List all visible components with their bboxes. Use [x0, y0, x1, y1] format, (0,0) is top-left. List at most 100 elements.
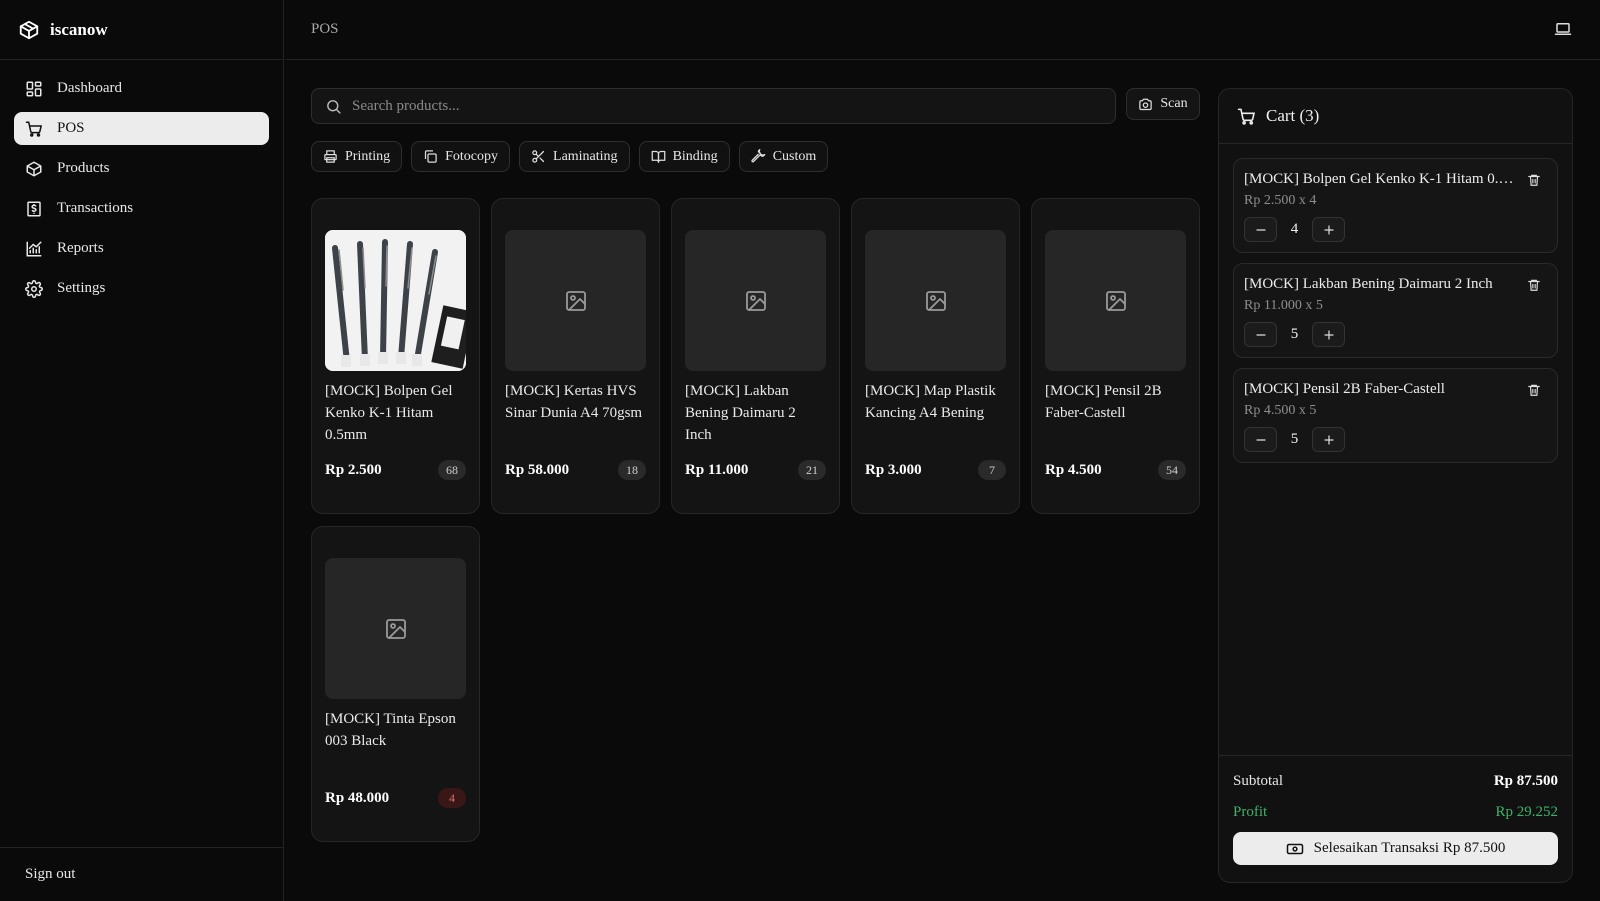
product-price: Rp 2.500	[325, 461, 382, 478]
cart-icon	[25, 120, 43, 138]
profit-label: Profit	[1233, 803, 1268, 820]
decrease-button[interactable]	[1244, 217, 1277, 242]
product-grid: [MOCK] Bolpen Gel Kenko K-1 Hitam 0.5mm …	[311, 198, 1201, 842]
sidebar-item-pos[interactable]: POS	[14, 112, 269, 145]
profit-row: Profit Rp 29.252	[1233, 801, 1558, 823]
product-card[interactable]: [MOCK] Tinta Epson 003 Black Rp 48.000 4	[311, 526, 480, 842]
image-icon	[924, 289, 948, 313]
product-card[interactable]: [MOCK] Lakban Bening Daimaru 2 Inch Rp 1…	[671, 198, 840, 514]
gear-icon	[25, 279, 43, 298]
stock-badge: 68	[438, 460, 466, 480]
cart-item: [MOCK] Bolpen Gel Kenko K-1 Hitam 0.5mm …	[1233, 158, 1558, 253]
plus-icon	[1323, 224, 1335, 236]
scissors-icon	[531, 149, 546, 164]
product-price: Rp 48.000	[325, 789, 390, 806]
category-label: Printing	[345, 148, 391, 164]
scan-button[interactable]: Scan	[1126, 88, 1200, 120]
stock-badge: 18	[618, 460, 646, 480]
category-label: Custom	[772, 148, 817, 164]
minus-icon	[1255, 329, 1267, 341]
decrease-button[interactable]	[1244, 427, 1277, 452]
cart-summary: Subtotal Rp 87.500 Profit Rp 29.252 Sele…	[1219, 755, 1572, 882]
quantity-stepper: 5	[1244, 427, 1547, 452]
sidebar-nav: Dashboard POS Products Transactions Repo…	[0, 60, 283, 317]
sign-out-button[interactable]: Sign out	[0, 847, 283, 901]
scan-label: Scan	[1160, 96, 1188, 111]
banknote-icon	[1286, 840, 1304, 858]
cart-items: [MOCK] Bolpen Gel Kenko K-1 Hitam 0.5mm …	[1219, 144, 1572, 463]
product-name: [MOCK] Map Plastik Kancing A4 Bening	[865, 383, 996, 421]
product-image-placeholder	[1045, 230, 1186, 371]
increase-button[interactable]	[1312, 322, 1345, 347]
search-icon	[325, 98, 342, 115]
category-printing[interactable]: Printing	[311, 141, 403, 172]
increase-button[interactable]	[1312, 427, 1345, 452]
cart-item-detail: Rp 2.500 x 4	[1244, 193, 1317, 208]
product-card[interactable]: [MOCK] Bolpen Gel Kenko K-1 Hitam 0.5mm …	[311, 198, 480, 514]
product-image-placeholder	[865, 230, 1006, 371]
cart-item-detail: Rp 11.000 x 5	[1244, 298, 1323, 313]
app-name: iscanow	[50, 19, 108, 39]
category-label: Binding	[672, 148, 718, 164]
product-card[interactable]: [MOCK] Pensil 2B Faber-Castell Rp 4.500 …	[1031, 198, 1200, 514]
trash-icon[interactable]	[1527, 278, 1541, 292]
category-label: Laminating	[553, 148, 618, 164]
sidebar-item-reports[interactable]: Reports	[14, 232, 269, 265]
product-name: [MOCK] Pensil 2B Faber-Castell	[1045, 383, 1162, 421]
cart-item-detail: Rp 4.500 x 5	[1244, 403, 1317, 418]
sidebar-item-products[interactable]: Products	[14, 152, 269, 185]
sidebar-item-dashboard[interactable]: Dashboard	[14, 72, 269, 105]
sidebar-item-transactions[interactable]: Transactions	[14, 192, 269, 225]
subtotal-value: Rp 87.500	[1493, 772, 1558, 789]
chart-icon	[25, 240, 43, 258]
low-stock-badge: 4	[438, 788, 466, 808]
cart-icon	[1237, 107, 1256, 126]
cart-item: [MOCK] Pensil 2B Faber-Castell Rp 4.500 …	[1233, 368, 1558, 463]
copy-icon	[423, 149, 438, 164]
category-binding[interactable]: Binding	[638, 141, 730, 172]
receipt-icon	[25, 200, 43, 218]
product-price: Rp 4.500	[1045, 461, 1102, 478]
trash-icon[interactable]	[1527, 173, 1541, 187]
product-price: Rp 3.000	[865, 461, 922, 478]
laptop-icon[interactable]	[1554, 20, 1574, 40]
stock-badge: 54	[1158, 460, 1186, 480]
box-icon	[25, 160, 43, 178]
minus-icon	[1255, 224, 1267, 236]
cart-panel: Cart (3) [MOCK] Bolpen Gel Kenko K-1 Hit…	[1218, 88, 1573, 883]
image-icon	[564, 289, 588, 313]
image-icon	[384, 617, 408, 641]
sidebar-item-settings[interactable]: Settings	[14, 272, 269, 305]
brand[interactable]: iscanow	[0, 0, 283, 60]
stock-badge: 21	[798, 460, 826, 480]
increase-button[interactable]	[1312, 217, 1345, 242]
decrease-button[interactable]	[1244, 322, 1277, 347]
sidebar-item-label: Dashboard	[57, 80, 122, 96]
product-name: [MOCK] Kertas HVS Sinar Dunia A4 70gsm	[505, 383, 643, 421]
profit-value: Rp 29.252	[1495, 803, 1558, 820]
category-custom[interactable]: Custom	[738, 141, 829, 172]
sidebar: iscanow Dashboard POS Products Transacti…	[0, 0, 284, 901]
product-image-placeholder	[325, 558, 466, 699]
category-laminating[interactable]: Laminating	[519, 141, 630, 172]
category-filters: Printing Fotocopy Laminating Binding Cus…	[311, 141, 829, 172]
search-bar[interactable]	[311, 88, 1116, 124]
search-input[interactable]	[352, 97, 1092, 115]
checkout-label: Selesaikan Transaksi Rp 87.500	[1313, 840, 1506, 856]
category-label: Fotocopy	[445, 148, 499, 164]
product-card[interactable]: [MOCK] Kertas HVS Sinar Dunia A4 70gsm R…	[491, 198, 660, 514]
subtotal-row: Subtotal Rp 87.500	[1233, 770, 1558, 792]
image-icon	[744, 289, 768, 313]
trash-icon[interactable]	[1527, 383, 1541, 397]
checkout-button[interactable]: Selesaikan Transaksi Rp 87.500	[1233, 832, 1558, 865]
cart-item-name: [MOCK] Pensil 2B Faber-Castell	[1244, 381, 1445, 397]
product-name: [MOCK] Bolpen Gel Kenko K-1 Hitam 0.5mm	[325, 383, 453, 443]
cart-item-name: [MOCK] Lakban Bening Daimaru 2 Inch	[1244, 276, 1493, 292]
cart-item-name: [MOCK] Bolpen Gel Kenko K-1 Hitam 0.5mm	[1244, 171, 1514, 187]
camera-icon	[1138, 97, 1153, 112]
topbar: POS	[285, 0, 1600, 60]
category-fotocopy[interactable]: Fotocopy	[411, 141, 511, 172]
sidebar-item-label: Products	[57, 160, 110, 176]
product-card[interactable]: [MOCK] Map Plastik Kancing A4 Bening Rp …	[851, 198, 1020, 514]
product-name: [MOCK] Lakban Bening Daimaru 2 Inch	[685, 383, 796, 443]
